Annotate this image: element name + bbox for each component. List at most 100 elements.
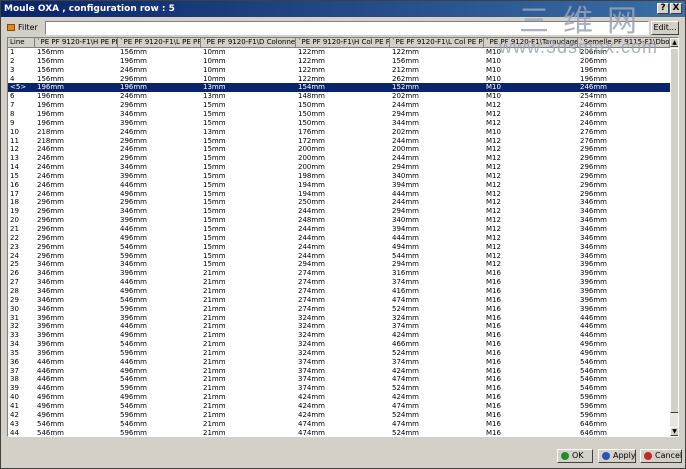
table-row[interactable]: 16 246mm 446mm 15mm 194mm 394mm M12 296mm (8, 181, 670, 190)
table-row[interactable]: 12 246mm 246mm 15mm 200mm 200mm M12 296mm (8, 145, 670, 154)
cancel-button[interactable]: Cancel (640, 449, 682, 463)
table-cell: 296mm (120, 101, 147, 110)
table-row[interactable]: 9 196mm 396mm 15mm 150mm 344mm M12 246mm (8, 119, 670, 128)
table-row[interactable]: 4 156mm 296mm 10mm 122mm 262mm M10 196mm (8, 75, 670, 84)
table-row[interactable]: 44 546mm 596mm 21mm 474mm 524mm M16 646mm (8, 428, 670, 437)
table-cell: 496mm (120, 331, 147, 340)
column-header[interactable]: `PE PF 9120-F1\L PE PF` (118, 38, 201, 48)
table-row[interactable]: 10 218mm 246mm 13mm 176mm 202mm M10 276mm (8, 128, 670, 137)
table-row[interactable]: 34 396mm 546mm 21mm 324mm 466mm M16 496mm (8, 340, 670, 349)
table-cell: 274mm (298, 278, 325, 287)
title-bar[interactable]: Moule OXA , configuration row : 5 ? X (1, 1, 685, 17)
filter-input[interactable] (45, 21, 649, 35)
table-cell: 346mm (37, 295, 64, 304)
vertical-scrollbar[interactable]: ▲ ▼ (670, 38, 678, 436)
table-cell: 244mm (392, 198, 419, 207)
table-cell: M12 (486, 109, 501, 118)
table-cell: 396mm (580, 286, 607, 295)
table-body: 1 156mm 156mm 10mm 122mm 122mm M10 206mm 2 156mm 1… (8, 48, 670, 437)
table-cell: 10mm (203, 65, 226, 74)
table-cell: 244mm (298, 251, 325, 260)
table-row[interactable]: 6 196mm 246mm 13mm 148mm 202mm M10 254mm (8, 92, 670, 101)
table-row[interactable]: 19 296mm 346mm 15mm 244mm 294mm M12 346mm (8, 207, 670, 216)
table-row[interactable]: 24 296mm 596mm 15mm 244mm 544mm M12 346mm (8, 252, 670, 261)
table-row[interactable]: 30 346mm 596mm 21mm 274mm 524mm M16 396mm (8, 305, 670, 314)
table-cell: 596mm (580, 393, 607, 402)
close-button[interactable]: X (670, 3, 682, 14)
table-cell: M12 (486, 260, 501, 269)
table-row[interactable]: 11 218mm 296mm 15mm 172mm 244mm M12 276mm (8, 137, 670, 146)
ok-button[interactable]: OK (557, 449, 593, 463)
table-row[interactable]: 42 496mm 596mm 21mm 424mm 524mm M16 596mm (8, 411, 670, 420)
table-cell: 250mm (298, 198, 325, 207)
ok-icon (561, 452, 569, 460)
table-cell: 6 (10, 92, 15, 101)
scrollbar-thumb[interactable] (670, 48, 678, 413)
table-row[interactable]: 20 296mm 396mm 15mm 248mm 340mm M12 346mm (8, 216, 670, 225)
table-row[interactable]: 8 196mm 346mm 15mm 150mm 294mm M12 246mm (8, 110, 670, 119)
table-cell: 546mm (120, 295, 147, 304)
column-header[interactable]: `Semelle PF 9115-F1\Dbord` (578, 38, 670, 48)
table-row[interactable]: 15 246mm 396mm 15mm 198mm 340mm M12 296mm (8, 172, 670, 181)
table-cell: M16 (486, 331, 501, 340)
table-cell: 13 (10, 154, 19, 163)
table-row[interactable]: 36 446mm 446mm 21mm 374mm 374mm M16 546mm (8, 358, 670, 367)
edit-button[interactable]: Edit... (651, 21, 679, 35)
table-row[interactable]: 1 156mm 156mm 10mm 122mm 122mm M10 206mm (8, 48, 670, 57)
table-row[interactable]: 22 296mm 496mm 15mm 244mm 444mm M12 346mm (8, 234, 670, 243)
table-row[interactable]: 33 396mm 496mm 21mm 324mm 424mm M16 446mm (8, 331, 670, 340)
table-cell: 546mm (37, 428, 64, 437)
table-cell: 246mm (37, 180, 64, 189)
table-cell: 396mm (120, 313, 147, 322)
scroll-up-icon[interactable]: ▲ (670, 38, 678, 47)
apply-button[interactable]: Apply (598, 449, 636, 463)
table-cell: 21mm (203, 304, 226, 313)
table-row[interactable]: 26 346mm 396mm 21mm 274mm 316mm M16 396mm (8, 269, 670, 278)
table-row[interactable]: 40 496mm 496mm 21mm 424mm 424mm M16 596mm (8, 393, 670, 402)
table-row[interactable]: 35 396mm 596mm 21mm 324mm 524mm M16 496mm (8, 349, 670, 358)
table-row[interactable]: 38 446mm 546mm 21mm 374mm 474mm M16 546mm (8, 375, 670, 384)
table-row[interactable]: 23 296mm 546mm 15mm 244mm 494mm M12 346mm (8, 243, 670, 252)
table-row[interactable]: 3 156mm 246mm 10mm 122mm 212mm M10 196mm (8, 66, 670, 75)
table-row[interactable]: 13 246mm 296mm 15mm 200mm 244mm M12 296mm (8, 154, 670, 163)
table-row[interactable]: 25 346mm 346mm 15mm 294mm 294mm M12 396mm (8, 260, 670, 269)
table-row[interactable]: 27 346mm 446mm 21mm 274mm 374mm M16 396mm (8, 278, 670, 287)
table-row[interactable]: 32 396mm 446mm 21mm 324mm 374mm M16 446mm (8, 322, 670, 331)
table-row[interactable]: 28 346mm 496mm 21mm 274mm 416mm M16 396mm (8, 287, 670, 296)
table-cell: M16 (486, 375, 501, 384)
table-row[interactable]: 41 496mm 546mm 21mm 424mm 474mm M16 596mm (8, 402, 670, 411)
table-row[interactable]: 21 296mm 446mm 15mm 244mm 394mm M12 346mm (8, 225, 670, 234)
table-cell: M16 (486, 428, 501, 437)
table-row[interactable]: 17 246mm 496mm 15mm 194mm 444mm M12 296mm (8, 190, 670, 199)
table-cell: 444mm (392, 233, 419, 242)
scroll-down-icon[interactable]: ▼ (670, 427, 678, 436)
table-cell: 10mm (203, 56, 226, 65)
table-cell: 294mm (298, 260, 325, 269)
column-header[interactable]: `PE PF 9120-F1\L Col PE PF` (390, 38, 484, 48)
column-header[interactable]: `PE PF 9120-F1\D Colonne` (201, 38, 296, 48)
table-row[interactable]: 2 156mm 196mm 10mm 122mm 156mm M10 206mm (8, 57, 670, 66)
table-cell: 21mm (203, 340, 226, 349)
table-row[interactable]: 18 296mm 296mm 15mm 250mm 244mm M12 346mm (8, 198, 670, 207)
table-cell: 346mm (120, 163, 147, 172)
column-header[interactable]: `PE PF 9120-F1\H PE PF` (35, 38, 118, 48)
table-cell: 244mm (298, 233, 325, 242)
table-row[interactable]: 43 546mm 546mm 21mm 474mm 474mm M16 646mm (8, 420, 670, 429)
table-cell: 15mm (203, 198, 226, 207)
table-cell: 396mm (37, 340, 64, 349)
help-button[interactable]: ? (657, 3, 669, 14)
help-icon: ? (660, 3, 666, 13)
table-cell: 324mm (392, 313, 419, 322)
column-header[interactable]: `PE PF 9120-F1\Taraudage` (484, 38, 578, 48)
table-row[interactable]: 7 196mm 296mm 15mm 150mm 244mm M12 246mm (8, 101, 670, 110)
table-row[interactable]: 14 246mm 346mm 15mm 200mm 294mm M12 296mm (8, 163, 670, 172)
table-cell: 296mm (37, 233, 64, 242)
table-cell: 324mm (298, 340, 325, 349)
table-row[interactable]: 29 346mm 546mm 21mm 274mm 474mm M16 396mm (8, 296, 670, 305)
table-row[interactable]: 31 396mm 396mm 21mm 324mm 324mm M16 446mm (8, 314, 670, 323)
column-header[interactable]: Line (8, 38, 35, 48)
column-header[interactable]: `PE PF 9120-F1\H Col PE PF` (296, 38, 390, 48)
table-row[interactable]: 39 446mm 596mm 21mm 374mm 524mm M16 546mm (8, 384, 670, 393)
table-row-selected[interactable]: <5> 196mm 196mm 13mm 154mm 152mm M10 246mm (8, 83, 670, 93)
table-row[interactable]: 37 446mm 496mm 21mm 374mm 424mm M16 546mm (8, 367, 670, 376)
